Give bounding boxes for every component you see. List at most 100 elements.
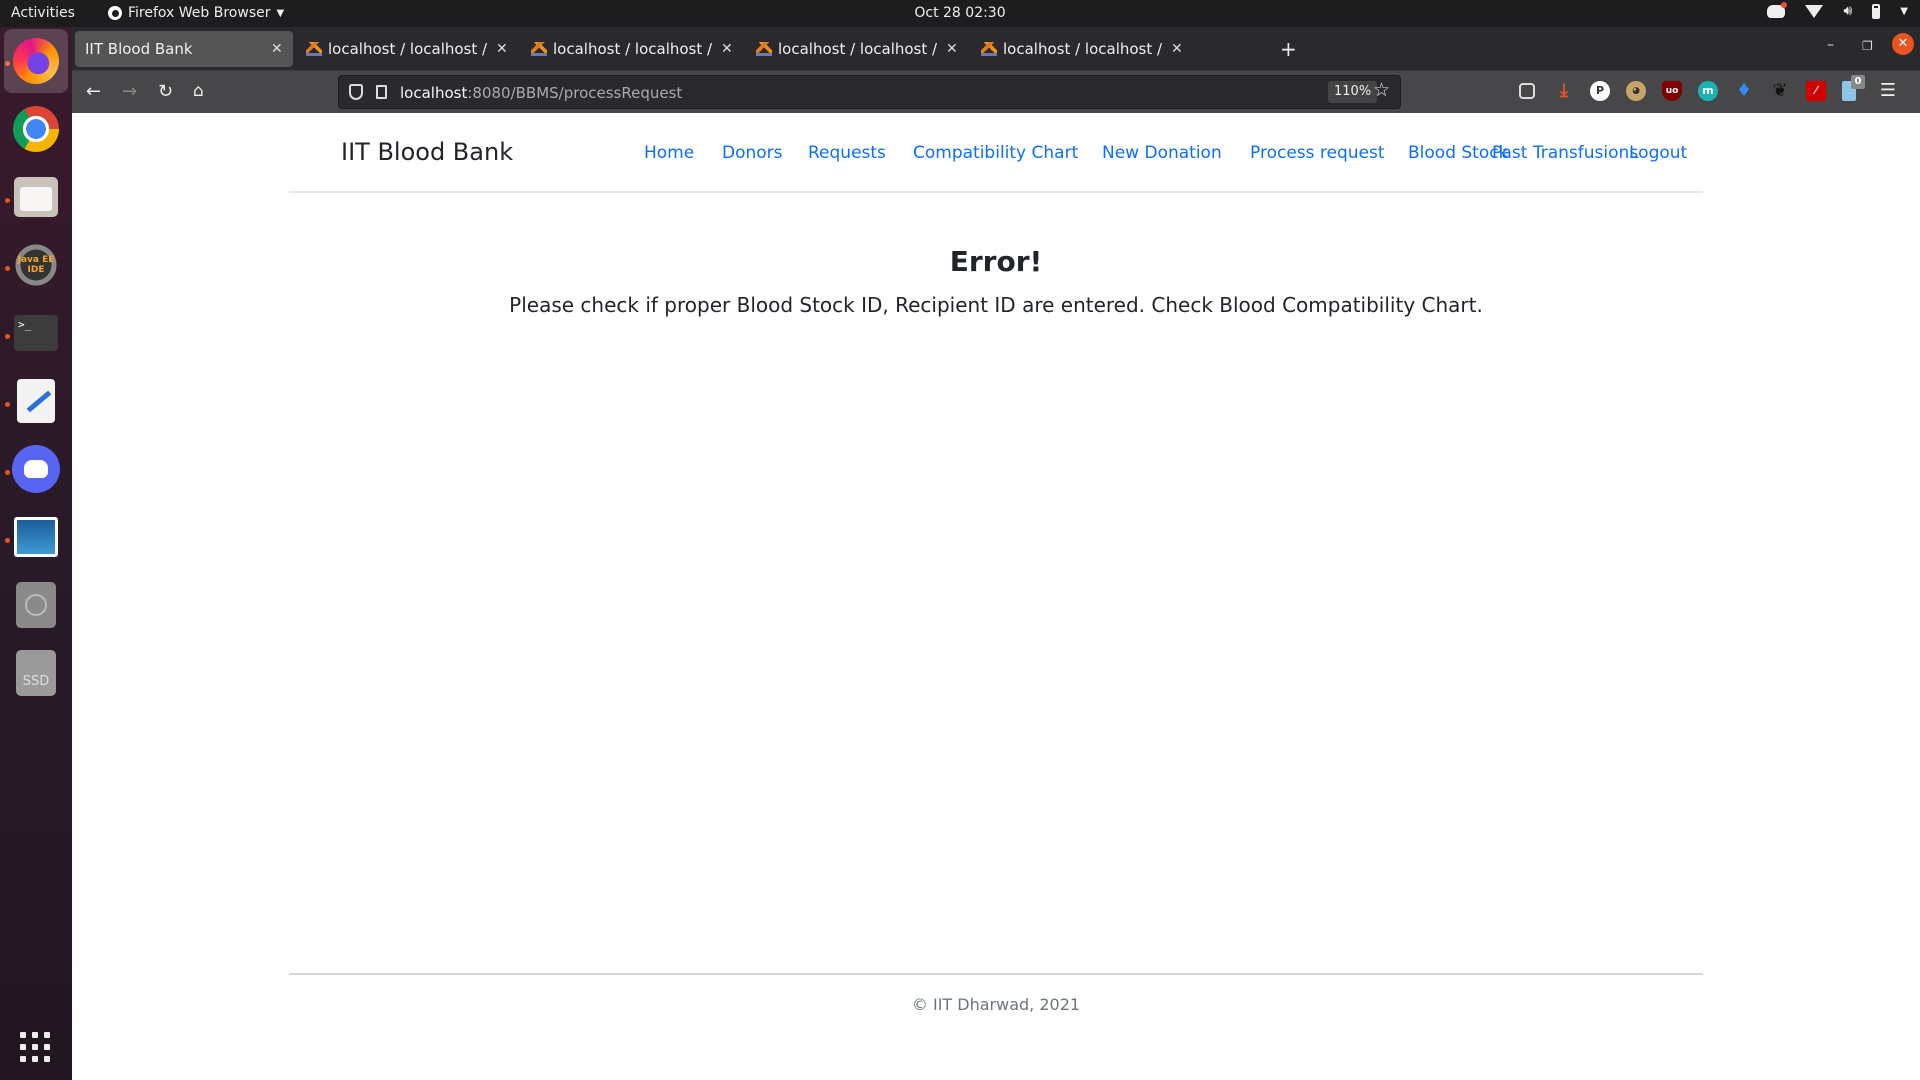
close-tab-icon[interactable]: ✕ bbox=[946, 41, 958, 57]
grid-dot bbox=[20, 1044, 26, 1050]
tab-phpmyadmin-4[interactable]: localhost / localhost / blo ✕ bbox=[981, 31, 1186, 67]
java-ee-ide-icon: Java EE IDE bbox=[12, 241, 60, 289]
caret-down-icon: ▼ bbox=[276, 7, 285, 19]
minimize-button[interactable]: – bbox=[1827, 37, 1834, 53]
site-header: IIT Blood Bank Home Donors Requests Comp… bbox=[289, 113, 1703, 193]
ublock-origin-icon[interactable]: uo bbox=[1662, 81, 1682, 101]
dock-optical-disc[interactable] bbox=[12, 581, 60, 629]
phpmyadmin-icon bbox=[981, 42, 997, 56]
site-brand[interactable]: IIT Blood Bank bbox=[341, 138, 513, 166]
nav-requests[interactable]: Requests bbox=[808, 143, 886, 163]
extension-magic-wand-icon[interactable]: ⁄ bbox=[1806, 81, 1826, 101]
tab-phpmyadmin-3[interactable]: localhost / localhost / blo ✕ bbox=[756, 31, 961, 67]
restore-button[interactable]: ❐ bbox=[1862, 39, 1873, 53]
tab-title: localhost / localhost / blo bbox=[778, 40, 943, 58]
activities-button[interactable]: Activities bbox=[11, 5, 75, 21]
error-title: Error! bbox=[949, 245, 1043, 278]
system-menu-caret-icon[interactable]: ▼ bbox=[1900, 6, 1908, 17]
terminal-icon: >_ bbox=[14, 315, 58, 351]
close-tab-icon[interactable]: ✕ bbox=[271, 41, 283, 57]
extension-gem-icon[interactable]: ♦ bbox=[1734, 81, 1754, 101]
tab-title: localhost / localhost / blo bbox=[1003, 40, 1168, 58]
gnome-top-bar: Activities Firefox Web Browser ▼ Oct 28 … bbox=[0, 0, 1920, 27]
extension-raccoon-icon[interactable]: ◕ bbox=[1626, 81, 1646, 101]
dock-files[interactable] bbox=[12, 173, 60, 221]
extension-p-icon[interactable]: P bbox=[1590, 81, 1610, 101]
zoom-level-button[interactable]: 110% bbox=[1328, 81, 1378, 103]
volume-icon[interactable]: 🔊︎ bbox=[1843, 3, 1852, 19]
close-tab-icon[interactable]: ✕ bbox=[496, 41, 508, 57]
app-menu-label: Firefox Web Browser bbox=[128, 5, 271, 21]
text-editor-icon bbox=[17, 379, 55, 423]
battery-icon[interactable] bbox=[1872, 3, 1881, 19]
address-bar[interactable]: localhost:8080/BBMS/processRequest 110% … bbox=[338, 75, 1401, 109]
page-info-icon[interactable] bbox=[376, 85, 387, 99]
nav-donors[interactable]: Donors bbox=[722, 143, 783, 163]
shotwell-icon bbox=[14, 517, 58, 557]
ssd-drive-icon: SSD bbox=[16, 650, 56, 696]
nav-new-donation[interactable]: New Donation bbox=[1102, 143, 1222, 163]
running-indicator bbox=[5, 470, 10, 475]
firefox-icon bbox=[108, 6, 122, 20]
dock-discord[interactable] bbox=[12, 445, 60, 493]
dock: Java EE IDE >_ SSD bbox=[0, 27, 72, 1080]
tab-phpmyadmin-2[interactable]: localhost / localhost / blo ✕ bbox=[531, 31, 736, 67]
error-message: Please check if proper Blood Stock ID, R… bbox=[509, 293, 1483, 317]
running-indicator bbox=[5, 198, 10, 203]
url-host: localhost bbox=[400, 84, 468, 102]
clock[interactable]: Oct 28 02:30 bbox=[914, 5, 1005, 21]
grid-dot bbox=[44, 1044, 50, 1050]
dock-text-editor[interactable] bbox=[12, 377, 60, 425]
hamburger-menu-icon[interactable]: ☰ bbox=[1878, 81, 1898, 101]
grid-dot bbox=[20, 1032, 26, 1038]
grid-dot bbox=[44, 1056, 50, 1062]
dock-ssd-drive[interactable]: SSD bbox=[12, 649, 60, 697]
bookmark-star-icon[interactable]: ☆ bbox=[1373, 79, 1390, 101]
phpmyadmin-icon bbox=[531, 42, 547, 56]
url-path: :8080/BBMS/processRequest bbox=[467, 84, 683, 102]
running-indicator bbox=[5, 334, 10, 339]
home-button[interactable]: ⌂ bbox=[193, 81, 204, 101]
tab-iit-blood-bank[interactable]: IIT Blood Bank ✕ bbox=[75, 31, 293, 67]
optical-disc-icon bbox=[16, 582, 56, 628]
close-window-button[interactable]: ✕ bbox=[1892, 33, 1914, 55]
grid-dot bbox=[32, 1056, 38, 1062]
nav-logout[interactable]: Logout bbox=[1629, 143, 1687, 163]
files-icon bbox=[14, 177, 58, 217]
phpmyadmin-icon bbox=[756, 42, 772, 56]
reload-button[interactable]: ↻ bbox=[158, 81, 173, 102]
downloads-icon[interactable]: ⤓ bbox=[1554, 81, 1574, 101]
dock-chrome[interactable] bbox=[12, 105, 60, 153]
grid-dot bbox=[32, 1032, 38, 1038]
chrome-icon bbox=[13, 106, 59, 152]
extension-m-icon[interactable]: m bbox=[1698, 81, 1718, 101]
nav-process-request[interactable]: Process request bbox=[1250, 143, 1385, 163]
close-tab-icon[interactable]: ✕ bbox=[1171, 41, 1183, 57]
back-button[interactable]: ← bbox=[86, 81, 101, 102]
wifi-icon[interactable] bbox=[1805, 4, 1824, 18]
discord-icon bbox=[12, 445, 60, 493]
pocket-icon[interactable] bbox=[1519, 83, 1535, 99]
dock-terminal[interactable]: >_ bbox=[12, 309, 60, 357]
tab-title: localhost / localhost / blo bbox=[328, 40, 493, 58]
close-tab-icon[interactable]: ✕ bbox=[721, 41, 733, 57]
new-tab-button[interactable]: + bbox=[1280, 37, 1297, 61]
system-tray[interactable]: 🔊︎ ▼ bbox=[1767, 1, 1908, 19]
extension-footprint-icon[interactable]: ❦ bbox=[1770, 81, 1790, 101]
app-menu[interactable]: Firefox Web Browser ▼ bbox=[108, 5, 284, 21]
forward-button[interactable]: → bbox=[122, 81, 137, 102]
tracking-protection-shield-icon[interactable] bbox=[349, 84, 363, 100]
site-footer: © IIT Dharwad, 2021 bbox=[289, 973, 1703, 1014]
tab-phpmyadmin-1[interactable]: localhost / localhost / blo ✕ bbox=[306, 31, 511, 67]
show-applications-button[interactable] bbox=[20, 1032, 50, 1062]
discord-tray-icon[interactable] bbox=[1767, 1, 1788, 18]
url-text[interactable]: localhost:8080/BBMS/processRequest bbox=[400, 84, 682, 102]
nav-home[interactable]: Home bbox=[644, 143, 694, 163]
phpmyadmin-icon bbox=[306, 42, 322, 56]
nav-past-transfusions[interactable]: Past Transfusions bbox=[1492, 143, 1638, 163]
dock-firefox[interactable] bbox=[4, 29, 68, 93]
dock-java-ee-ide[interactable]: Java EE IDE bbox=[12, 241, 60, 289]
footer-copyright: © IIT Dharwad, 2021 bbox=[911, 995, 1081, 1014]
nav-compatibility-chart[interactable]: Compatibility Chart bbox=[913, 143, 1078, 163]
dock-shotwell[interactable] bbox=[12, 513, 60, 561]
